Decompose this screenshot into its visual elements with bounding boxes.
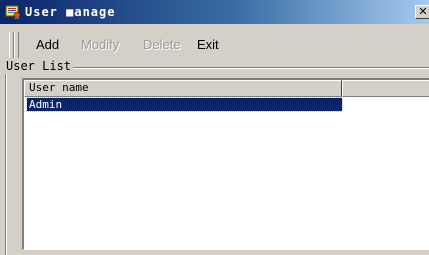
user-list-view[interactable]: User name Admin [22, 78, 429, 250]
close-button[interactable]: ✕ [415, 5, 429, 19]
modify-button[interactable]: Modify [81, 37, 119, 53]
add-button[interactable]: Add [36, 37, 59, 53]
exit-button[interactable]: Exit [197, 37, 219, 53]
close-icon: ✕ [418, 5, 428, 18]
list-item[interactable]: Admin [26, 97, 343, 112]
list-header: User name [24, 80, 429, 97]
window-title: User ■anage [25, 5, 116, 19]
delete-button[interactable]: Delete [143, 37, 181, 53]
toolbar-grip-secondary[interactable] [14, 32, 19, 58]
user-manage-window: User ■anage ✕ Add Modify Delete Exit Use… [0, 0, 429, 255]
column-header-user-name[interactable]: User name [24, 80, 342, 97]
title-bar[interactable]: User ■anage ✕ [0, 0, 429, 24]
user-list-group-label: User List [4, 58, 74, 74]
user-manage-app-icon [5, 5, 21, 19]
column-header-filler [342, 80, 429, 97]
